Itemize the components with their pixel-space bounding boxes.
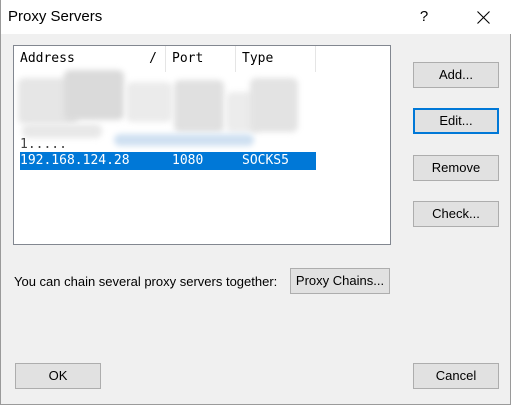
- edit-button-label: Edit...: [439, 113, 473, 128]
- add-button-label: Add...: [439, 67, 473, 82]
- ok-button-label: OK: [48, 368, 68, 383]
- column-header-type-label: Type: [242, 51, 274, 66]
- cancel-button-label: Cancel: [435, 368, 477, 383]
- cell-type: SOCKS5: [242, 153, 289, 168]
- cancel-button[interactable]: Cancel: [413, 363, 499, 389]
- list-item-selected[interactable]: 192.168.124.28 1080 SOCKS5: [20, 152, 316, 170]
- close-button[interactable]: [463, 0, 503, 34]
- close-icon: [477, 11, 490, 24]
- help-button[interactable]: ?: [409, 0, 439, 34]
- check-button-label: Check...: [432, 206, 480, 221]
- cell-port: 1080: [172, 153, 204, 168]
- cell-address: 192.168.124.28: [20, 153, 130, 168]
- sort-indicator: /: [149, 51, 157, 66]
- column-header-address[interactable]: Address /: [14, 46, 166, 72]
- column-header-port[interactable]: Port: [166, 46, 236, 72]
- check-button[interactable]: Check...: [413, 201, 499, 227]
- title-bar: Proxy Servers ?: [1, 0, 511, 34]
- column-header-address-label: Address: [20, 51, 75, 66]
- remove-button-label: Remove: [431, 160, 481, 175]
- remove-button[interactable]: Remove: [413, 155, 499, 181]
- chain-description: You can chain several proxy servers toge…: [14, 274, 278, 289]
- column-header-type[interactable]: Type: [236, 46, 316, 72]
- list-header: Address / Port Type: [14, 46, 390, 72]
- column-header-port-label: Port: [172, 51, 204, 66]
- proxy-chains-button-label: Proxy Chains...: [295, 273, 385, 288]
- proxy-list[interactable]: Address / Port Type 1..... 192.168.124.2…: [13, 45, 391, 245]
- add-button[interactable]: Add...: [413, 62, 499, 88]
- ok-button[interactable]: OK: [15, 363, 101, 389]
- window-title: Proxy Servers: [8, 8, 103, 25]
- proxy-servers-dialog: Proxy Servers ? Address / Port Type 1...…: [0, 0, 511, 405]
- proxy-chains-button[interactable]: Proxy Chains...: [290, 268, 390, 294]
- edit-button[interactable]: Edit...: [413, 108, 499, 134]
